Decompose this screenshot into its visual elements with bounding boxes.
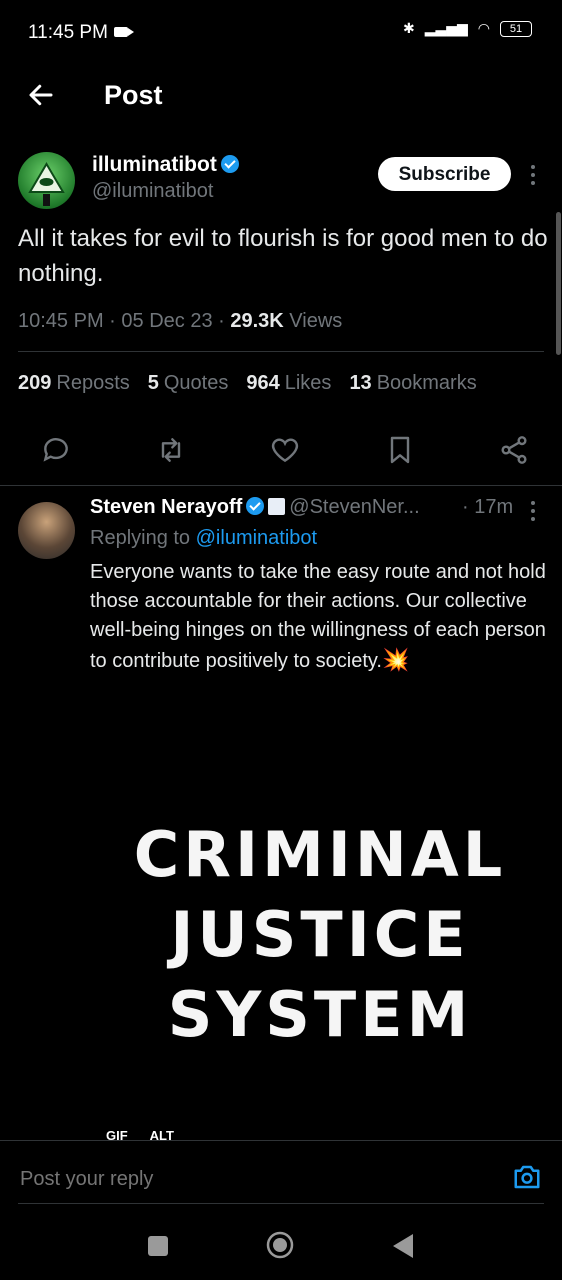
subscribe-button[interactable]: Subscribe (378, 157, 511, 191)
action-bar (40, 434, 530, 466)
signal-icon: ▂▃▅▆ (424, 20, 468, 36)
like-heart-icon[interactable] (269, 434, 301, 466)
share-icon[interactable] (498, 434, 530, 466)
reply-header: Steven Nerayoff @StevenNer... (90, 496, 420, 519)
status-indicators: ✱ ▂▃▅▆ ◠ 51 (403, 20, 532, 37)
home-button[interactable] (266, 1231, 294, 1259)
post-meta: 10:45 PM · 05 Dec 23 · 29.3K Views (18, 310, 343, 332)
reply-author-handle[interactable]: @StevenNer... (289, 496, 419, 518)
reply-more-options-icon[interactable] (527, 500, 539, 522)
bluetooth-icon: ✱ (402, 20, 415, 36)
wifi-icon: ◠ (477, 20, 490, 36)
views-label: Views (289, 310, 343, 332)
more-options-icon[interactable] (527, 164, 539, 186)
back-arrow-icon[interactable] (26, 80, 56, 110)
gif-text-line: JUSTICE (170, 898, 470, 971)
post-time: 10:45 PM (18, 310, 104, 332)
avatar[interactable] (18, 152, 75, 209)
recent-apps-button[interactable] (148, 1236, 168, 1256)
reply-time: · 17m (462, 496, 514, 518)
reply-input[interactable] (18, 1162, 472, 1196)
repost-icon[interactable] (155, 434, 187, 466)
nav-back-button[interactable] (392, 1233, 414, 1259)
author-name-text: illuminatibot (92, 153, 217, 176)
reply-icon[interactable] (40, 434, 72, 466)
replying-prefix: Replying to (90, 527, 191, 549)
post-stats: 209 Reposts 5 Quotes 964 Likes 13 Bookmarks (18, 372, 477, 395)
divider (18, 1203, 544, 1204)
gif-text-line: CRIMINAL (133, 818, 507, 891)
reply-text-body: Everyone wants to take the easy route an… (90, 561, 546, 672)
quotes-stat[interactable]: 5 Quotes (148, 372, 229, 395)
replying-to: Replying to @iluminatibot (90, 527, 317, 550)
gif-media[interactable]: CRIMINAL JUSTICE SYSTEM (90, 720, 550, 1140)
bookmark-icon[interactable] (384, 434, 416, 466)
video-camera-icon (114, 27, 134, 37)
camera-icon[interactable] (512, 1162, 542, 1192)
divider (0, 1140, 562, 1141)
page-title: Post (104, 80, 163, 110)
eye-pyramid-icon (28, 162, 65, 206)
views-count: 29.3K (230, 310, 284, 332)
post-date: 05 Dec 23 (121, 310, 213, 332)
replying-to-link[interactable]: @iluminatibot (196, 527, 317, 549)
reply-author-name[interactable]: Steven Nerayoff (90, 496, 242, 518)
reply-avatar[interactable] (18, 502, 75, 559)
collision-emoji: 💥 (382, 647, 410, 672)
verified-badge-icon (246, 497, 265, 515)
bookmarks-stat[interactable]: 13 Bookmarks (349, 372, 476, 395)
post-text: All it takes for evil to flourish is for… (18, 225, 548, 287)
author-name[interactable]: illuminatibot (92, 153, 239, 177)
reposts-stat[interactable]: 209 Reposts (18, 372, 130, 395)
verified-badge-icon (220, 155, 239, 173)
reply-text: Everyone wants to take the easy route an… (90, 558, 550, 676)
divider (0, 485, 562, 486)
affiliate-badge-icon (268, 498, 286, 515)
divider (18, 351, 544, 352)
battery-icon: 51 (500, 20, 532, 37)
status-time: 11:45 PM (28, 22, 108, 43)
scrollbar[interactable] (556, 212, 561, 355)
author-handle[interactable]: @iluminatibot (92, 180, 213, 203)
gif-text-line: SYSTEM (167, 978, 473, 1051)
likes-stat[interactable]: 964 Likes (246, 372, 331, 395)
